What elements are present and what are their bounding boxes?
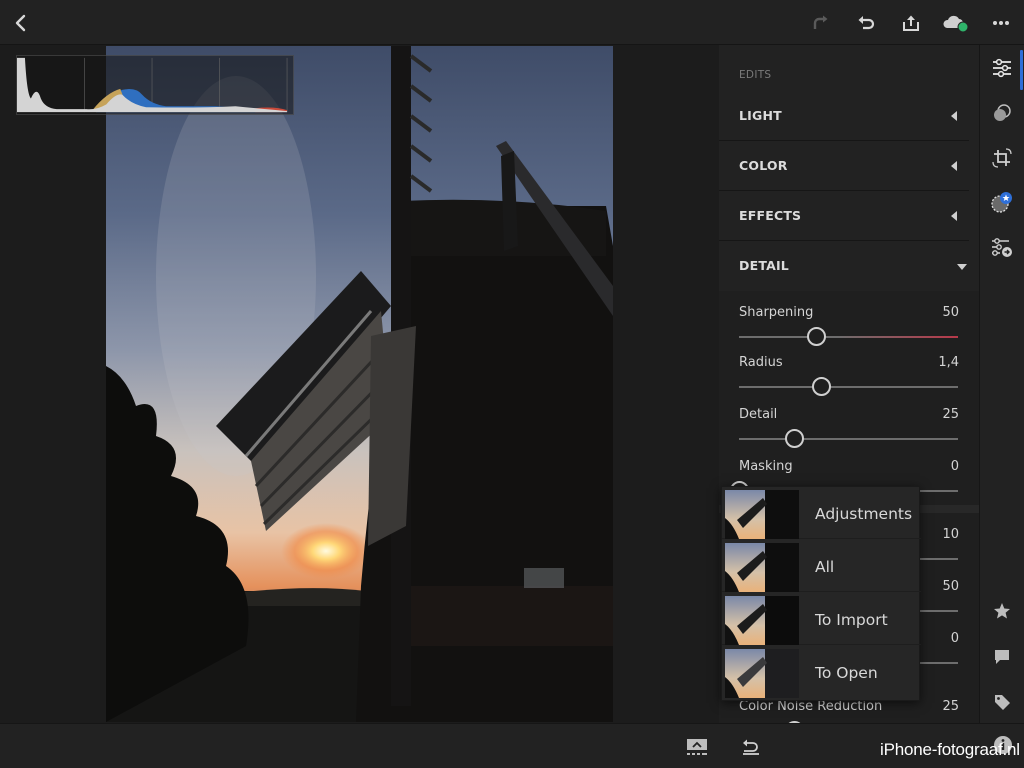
preview-thumbnail (725, 490, 799, 539)
histogram-graph (17, 57, 288, 113)
reset-to-open-item[interactable]: To Open (722, 646, 921, 698)
reset-adjustments-item[interactable]: Adjustments (722, 487, 921, 539)
keyword-tag-button[interactable] (988, 688, 1016, 716)
panel-title: EDITS (739, 69, 772, 81)
reset-all-item[interactable]: All (722, 540, 921, 592)
redo-icon (813, 15, 828, 29)
presets-icon (994, 104, 1011, 121)
slider-value: 50 (942, 579, 959, 594)
chevron-left-icon (951, 161, 957, 171)
slider-value: 0 (950, 459, 959, 474)
redo-button[interactable] (806, 8, 836, 38)
tool-sidebar (979, 45, 1024, 723)
compare-before-after-icon (687, 739, 707, 755)
preview-thumbnail (725, 649, 799, 698)
slider-label: Detail (739, 407, 778, 422)
menu-item-label: Adjustments (815, 505, 913, 523)
watermark-text: iPhone-fotograaf.nl (880, 740, 1020, 759)
versions-icon (992, 238, 1012, 257)
cloud-sync-icon (943, 15, 969, 33)
slider-label: Radius (739, 355, 783, 370)
versions-tool-button[interactable] (988, 234, 1016, 262)
tag-icon (995, 695, 1010, 710)
thumbnail-image (725, 543, 799, 592)
crop-tool-button[interactable] (988, 144, 1016, 172)
chevron-down-icon (957, 264, 967, 270)
presets-tool-button[interactable] (988, 99, 1016, 127)
slider-radius: Radius 1,4 (719, 349, 979, 401)
slider-value: 25 (942, 407, 959, 422)
comment-icon (995, 650, 1009, 664)
edit-sliders-icon (993, 58, 1011, 78)
slider-value: 0 (950, 631, 959, 646)
slider-track[interactable] (739, 429, 958, 448)
slider-value: 1,4 (938, 355, 959, 370)
photo[interactable] (106, 46, 613, 722)
slider-fill (837, 336, 958, 338)
section-label: COLOR (739, 158, 788, 173)
windmill-photo (106, 46, 613, 722)
more-horizontal-icon (993, 21, 1009, 25)
slider-thumb[interactable] (812, 377, 832, 396)
section-label: LIGHT (739, 108, 782, 123)
bottom-toolbar: iPhone-fotograaf.nl (0, 723, 1024, 768)
section-label: DETAIL (739, 258, 789, 273)
cloud-sync-button[interactable] (941, 8, 971, 38)
chevron-left-icon (951, 211, 957, 221)
chevron-left-icon (15, 14, 26, 32)
menu-item-label: All (815, 558, 835, 576)
healing-brush-icon (991, 192, 1012, 213)
slider-value: 50 (942, 305, 959, 320)
preview-thumbnail (725, 543, 799, 592)
undo-icon (858, 16, 875, 30)
slider-track[interactable] (739, 377, 958, 396)
menu-item-label: To Open (815, 664, 878, 682)
compare-button[interactable] (684, 736, 710, 758)
preview-thumbnail (725, 596, 799, 645)
slider-label: Masking (739, 459, 793, 474)
slider-value: 10 (942, 527, 959, 542)
thumbnail-image (725, 596, 799, 645)
slider-detail: Detail 25 (719, 401, 979, 453)
slider-sharpening: Sharpening 50 (719, 299, 979, 351)
star-rating-icon (994, 603, 1010, 619)
slider-thumb[interactable] (806, 327, 826, 346)
section-light[interactable]: LIGHT (719, 91, 969, 141)
comment-button[interactable] (988, 643, 1016, 671)
section-effects[interactable]: EFFECTS (719, 191, 969, 241)
menu-item-label: To Import (815, 611, 888, 629)
back-button[interactable] (6, 8, 36, 38)
active-tool-indicator (1020, 50, 1023, 90)
section-label: EFFECTS (739, 208, 802, 223)
photo-canvas[interactable] (0, 45, 719, 723)
edit-tool-button[interactable] (988, 54, 1016, 82)
reset-to-import-item[interactable]: To Import (722, 593, 921, 645)
slider-label: Color Noise Reduction (739, 699, 883, 714)
undo-button[interactable] (851, 8, 881, 38)
slider-track[interactable] (739, 327, 958, 346)
slider-thumb[interactable] (784, 429, 804, 448)
thumbnail-image (725, 649, 799, 698)
share-icon (903, 15, 919, 31)
reset-icon (743, 739, 759, 755)
top-toolbar (0, 0, 1024, 45)
reset-button[interactable] (738, 736, 764, 758)
more-button[interactable] (986, 8, 1016, 38)
section-color[interactable]: COLOR (719, 141, 969, 191)
thumbnail-image (725, 490, 799, 539)
slider-label: Sharpening (739, 305, 814, 320)
share-button[interactable] (896, 8, 926, 38)
rating-button[interactable] (988, 597, 1016, 625)
slider-value: 25 (942, 699, 959, 714)
histogram[interactable] (16, 55, 294, 115)
crop-rotate-icon (992, 148, 1012, 168)
lightroom-editor: EDITS LIGHT COLOR EFFECTS DETAIL Sharpen… (0, 0, 1024, 768)
healing-tool-button[interactable] (988, 189, 1016, 217)
reset-menu: Adjustments All To Import To Open (721, 486, 921, 701)
section-detail[interactable]: DETAIL (719, 241, 979, 291)
chevron-left-icon (951, 111, 957, 121)
